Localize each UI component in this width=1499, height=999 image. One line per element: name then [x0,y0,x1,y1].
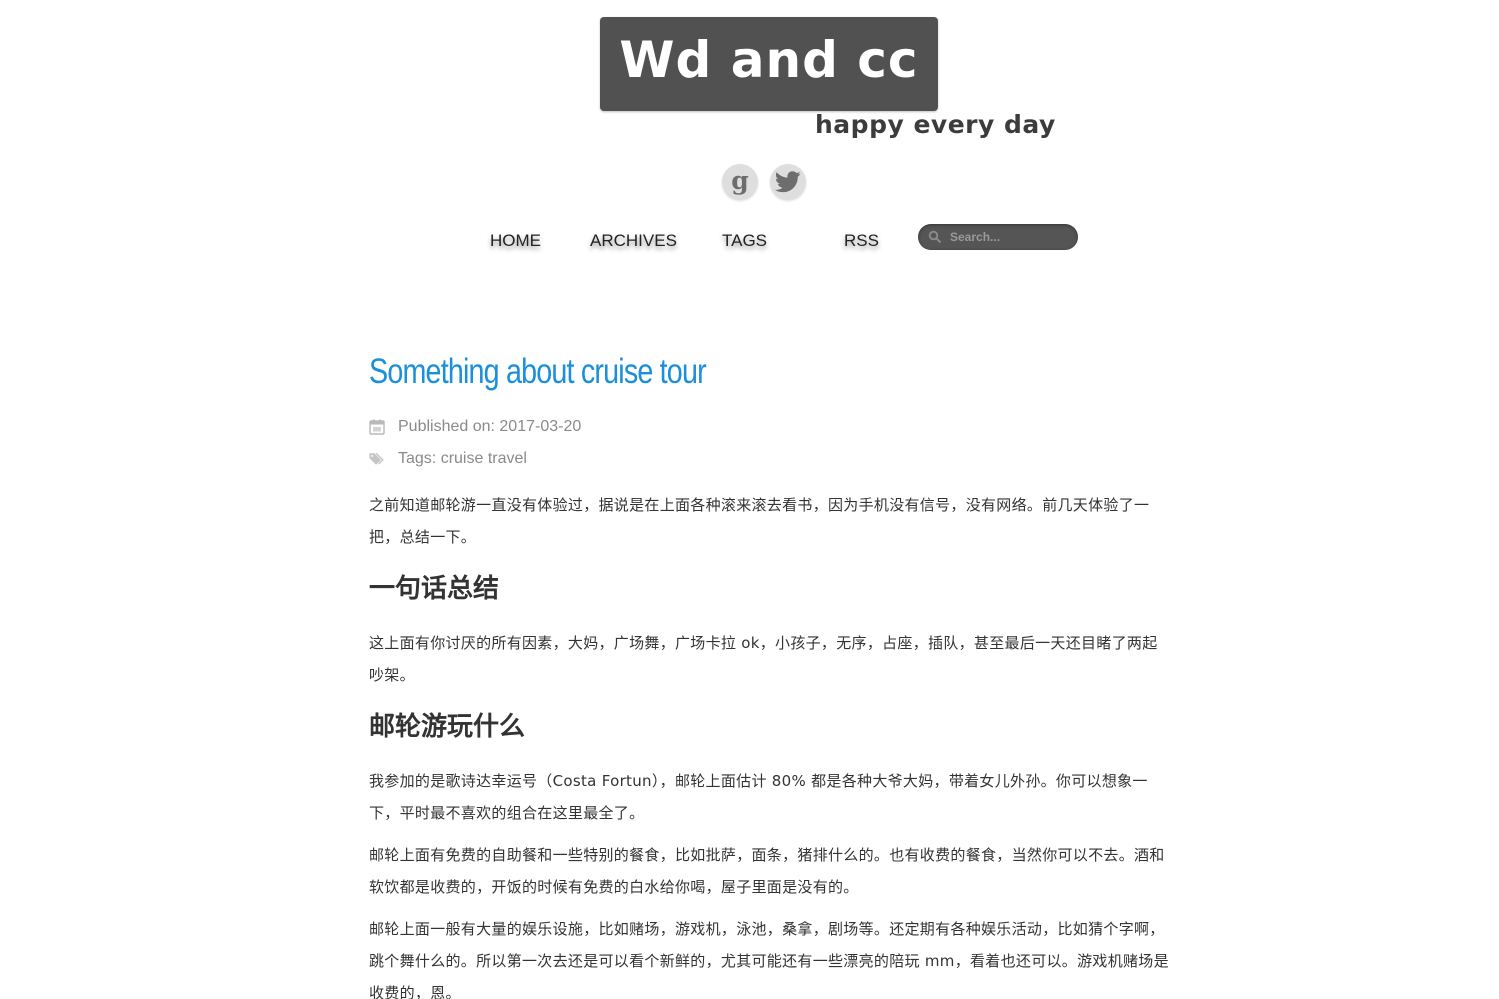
post-title[interactable]: Something about cruise tour [369,345,1027,399]
site-logo[interactable]: Wd and cc [600,17,938,111]
twitter-icon [775,171,801,193]
search-box[interactable] [918,224,1078,250]
site-header: Wd and cc happy every day g HOME ARCHIVE… [0,0,1499,300]
post-tags-text[interactable]: Tags: cruise travel [398,450,527,468]
section-paragraph: 邮轮上面一般有大量的娱乐设施，比如赌场，游戏机，泳池，桑拿，剧场等。还定期有各种… [369,920,1169,999]
site-tagline: happy every day [815,110,1056,139]
google-icon: g [731,166,749,195]
nav-archives[interactable]: ARCHIVES [590,231,677,251]
nav-home[interactable]: HOME [490,231,541,251]
calendar-icon [369,419,385,435]
post-body: 之前知道邮轮游一直没有体验过，据说是在上面各种滚来滚去看书，因为手机没有信号，没… [369,489,1171,999]
section-paragraph: 我参加的是歌诗达幸运号（Costa Fortun），邮轮上面估计 80% 都是各… [369,772,1148,822]
post-published: Published on: 2017-03-20 [369,411,1171,443]
twitter-link[interactable] [770,164,806,200]
nav-rss[interactable]: RSS [844,231,879,251]
nav-tags[interactable]: TAGS [722,231,767,251]
search-input[interactable] [950,227,1070,247]
post-intro: 之前知道邮轮游一直没有体验过，据说是在上面各种滚来滚去看书，因为手机没有信号，没… [369,496,1150,546]
section-heading: 一句话总结 [369,574,500,604]
tag-icon [369,451,385,467]
post-tags: Tags: cruise travel [369,443,1171,475]
section-paragraph: 这上面有你讨厌的所有因素，大妈，广场舞，广场卡拉 ok，小孩子，无序，占座，插队… [369,634,1158,684]
section-paragraph: 邮轮上面有免费的自助餐和一些特别的餐食，比如批萨，面条，猪排什么的。也有收费的餐… [369,846,1165,896]
post-published-text: Published on: 2017-03-20 [398,418,582,435]
section-heading: 邮轮游玩什么 [369,712,526,742]
site-logo-text: Wd and cc [619,31,919,89]
post: Something about cruise tour Published on… [369,345,1171,999]
google-link[interactable]: g [722,164,758,200]
search-icon [928,230,942,244]
